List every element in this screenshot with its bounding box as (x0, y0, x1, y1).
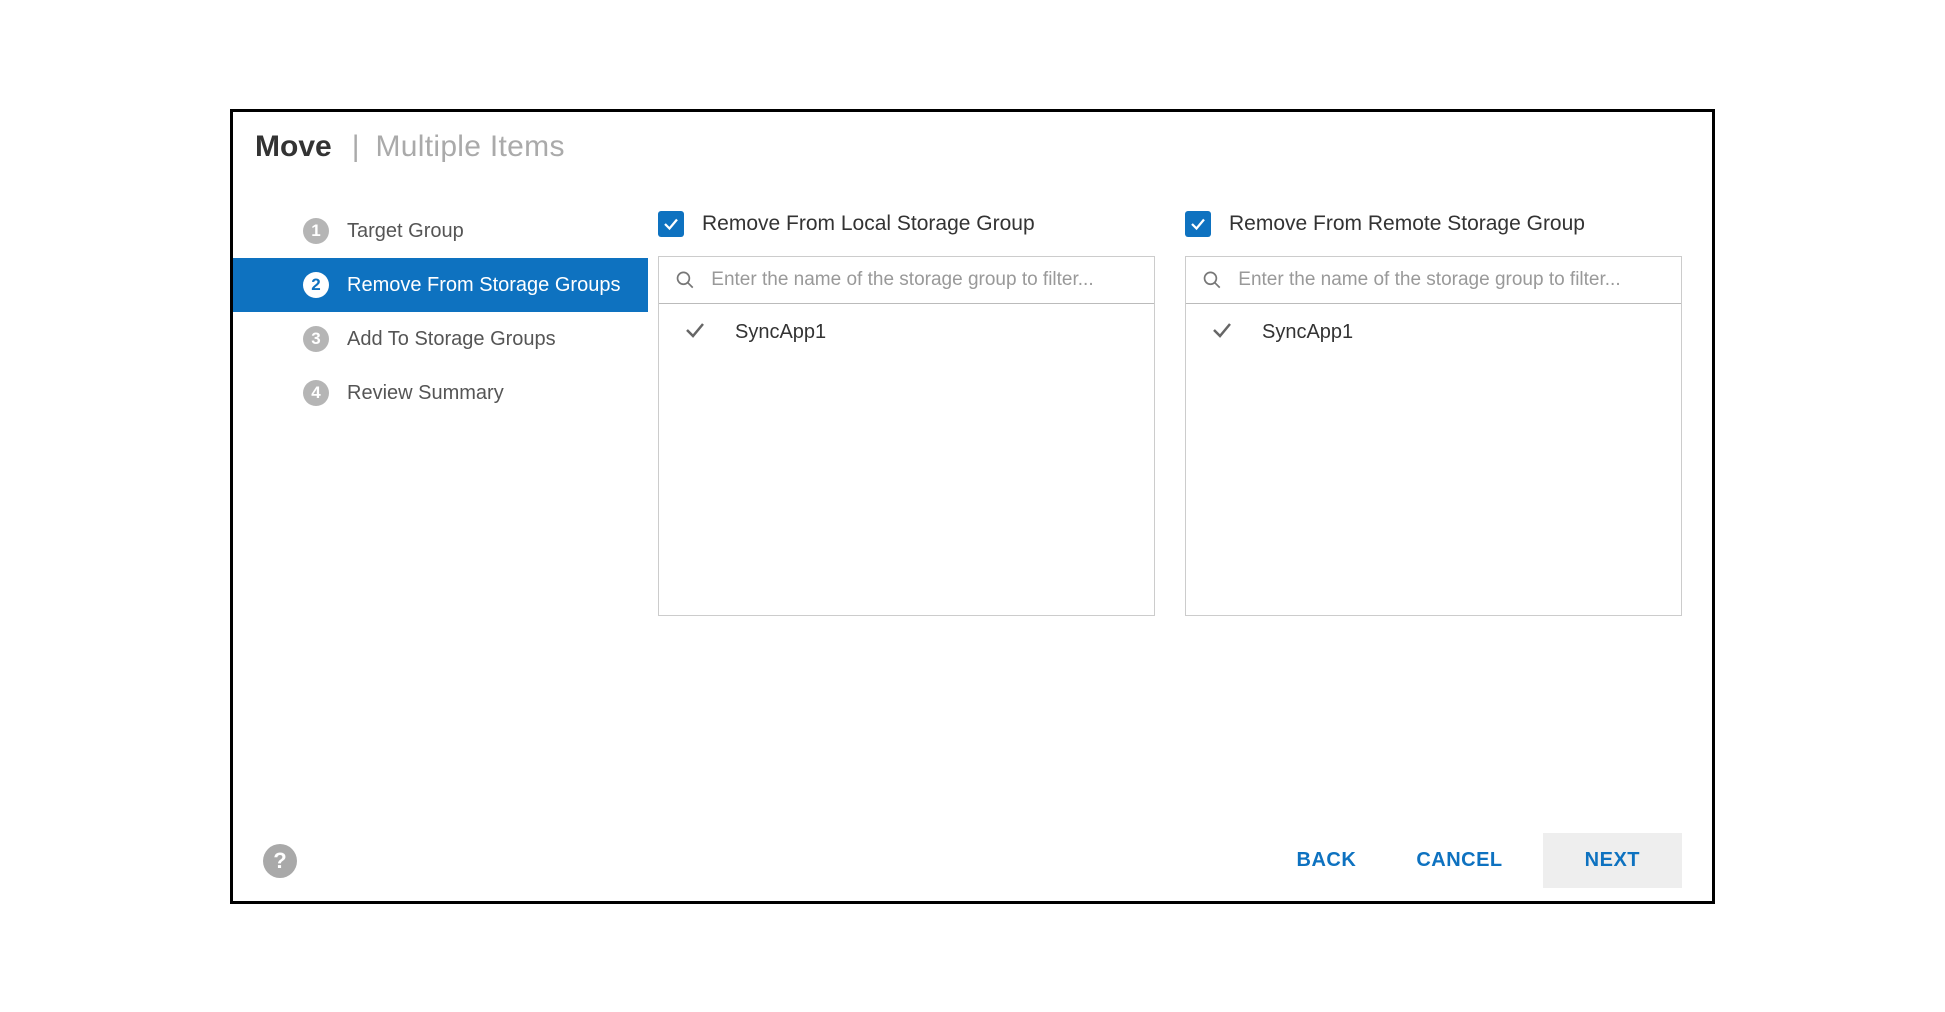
step-label: Review Summary (347, 381, 504, 405)
dialog-body: 1 Target Group 2 Remove From Storage Gro… (233, 164, 1712, 821)
help-button[interactable]: ? (263, 844, 297, 878)
step-target-group[interactable]: 1 Target Group (233, 204, 648, 258)
list-item-label: SyncApp1 (1262, 321, 1353, 344)
check-icon (1189, 215, 1207, 233)
step-label: Remove From Storage Groups (347, 273, 620, 297)
list-item[interactable]: SyncApp1 (1186, 304, 1681, 362)
check-icon (662, 215, 680, 233)
list-item-label: SyncApp1 (735, 321, 826, 344)
step-badge: 1 (303, 218, 329, 244)
local-panel: Remove From Local Storage Group SyncApp1 (658, 204, 1155, 821)
dialog-title: Move (255, 130, 332, 164)
remove-local-checkbox[interactable] (658, 211, 684, 237)
dialog: Move | Multiple Items 1 Target Group 2 R… (230, 109, 1715, 904)
step-badge: 4 (303, 380, 329, 406)
step-label: Add To Storage Groups (347, 327, 556, 351)
step-remove-from-storage-groups[interactable]: 2 Remove From Storage Groups (233, 258, 648, 312)
next-button[interactable]: NEXT (1543, 833, 1682, 888)
check-icon (683, 318, 707, 348)
wizard-steps: 1 Target Group 2 Remove From Storage Gro… (233, 204, 648, 821)
title-separator: | (352, 130, 360, 164)
remote-panel-label: Remove From Remote Storage Group (1229, 212, 1585, 236)
search-icon (1202, 269, 1222, 291)
local-panel-label: Remove From Local Storage Group (702, 212, 1035, 236)
step-review-summary[interactable]: 4 Review Summary (233, 366, 648, 420)
remote-searchbar (1186, 257, 1681, 304)
check-icon (1210, 318, 1234, 348)
search-icon (675, 269, 695, 291)
dialog-header: Move | Multiple Items (233, 112, 1712, 164)
local-searchbar (659, 257, 1154, 304)
local-listbox: SyncApp1 (658, 256, 1155, 616)
remove-remote-checkbox[interactable] (1185, 211, 1211, 237)
remote-search-input[interactable] (1238, 269, 1665, 291)
cancel-button[interactable]: CANCEL (1386, 833, 1532, 888)
remote-panel-header: Remove From Remote Storage Group (1185, 204, 1682, 244)
step-badge: 3 (303, 326, 329, 352)
list-item[interactable]: SyncApp1 (659, 304, 1154, 362)
remote-listbox: SyncApp1 (1185, 256, 1682, 616)
step-add-to-storage-groups[interactable]: 3 Add To Storage Groups (233, 312, 648, 366)
panels: Remove From Local Storage Group SyncApp1 (648, 204, 1712, 821)
back-button[interactable]: BACK (1267, 833, 1387, 888)
remote-panel: Remove From Remote Storage Group SyncApp… (1185, 204, 1682, 821)
step-label: Target Group (347, 219, 464, 243)
step-badge: 2 (303, 272, 329, 298)
local-search-input[interactable] (711, 269, 1138, 291)
dialog-subtitle: Multiple Items (375, 130, 564, 164)
local-panel-header: Remove From Local Storage Group (658, 204, 1155, 244)
dialog-footer: ? BACK CANCEL NEXT (233, 821, 1712, 901)
